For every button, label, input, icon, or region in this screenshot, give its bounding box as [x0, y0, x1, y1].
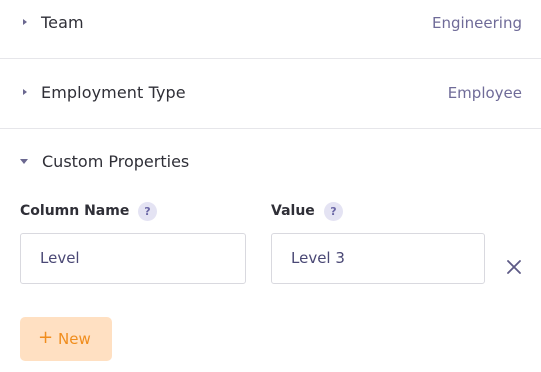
custom-properties-toggle[interactable]: Custom Properties	[0, 140, 541, 180]
column-name-input[interactable]: Level	[20, 233, 246, 284]
property-row-team[interactable]: Team Engineering	[0, 0, 541, 59]
property-value: Employee	[447, 84, 522, 102]
plus-icon: +	[38, 327, 54, 348]
caret-right-icon	[23, 19, 27, 25]
close-icon[interactable]	[503, 256, 525, 278]
help-icon[interactable]: ?	[324, 202, 343, 221]
value-input[interactable]: Level 3	[271, 233, 485, 284]
caret-right-icon	[23, 89, 27, 95]
property-value: Engineering	[432, 14, 522, 32]
property-label: Employment Type	[41, 83, 186, 102]
section-title: Custom Properties	[42, 152, 190, 171]
help-icon[interactable]: ?	[138, 202, 157, 221]
property-row-employment-type[interactable]: Employment Type Employee	[0, 70, 541, 129]
add-custom-property-button[interactable]: + New	[20, 317, 112, 361]
properties-panel: Team Engineering Employment Type Employe…	[0, 0, 541, 372]
column-name-label: Column Name	[20, 203, 130, 219]
new-button-label: New	[58, 330, 91, 348]
caret-down-icon	[20, 159, 28, 164]
property-label: Team	[41, 13, 84, 32]
value-label: Value	[271, 203, 315, 219]
